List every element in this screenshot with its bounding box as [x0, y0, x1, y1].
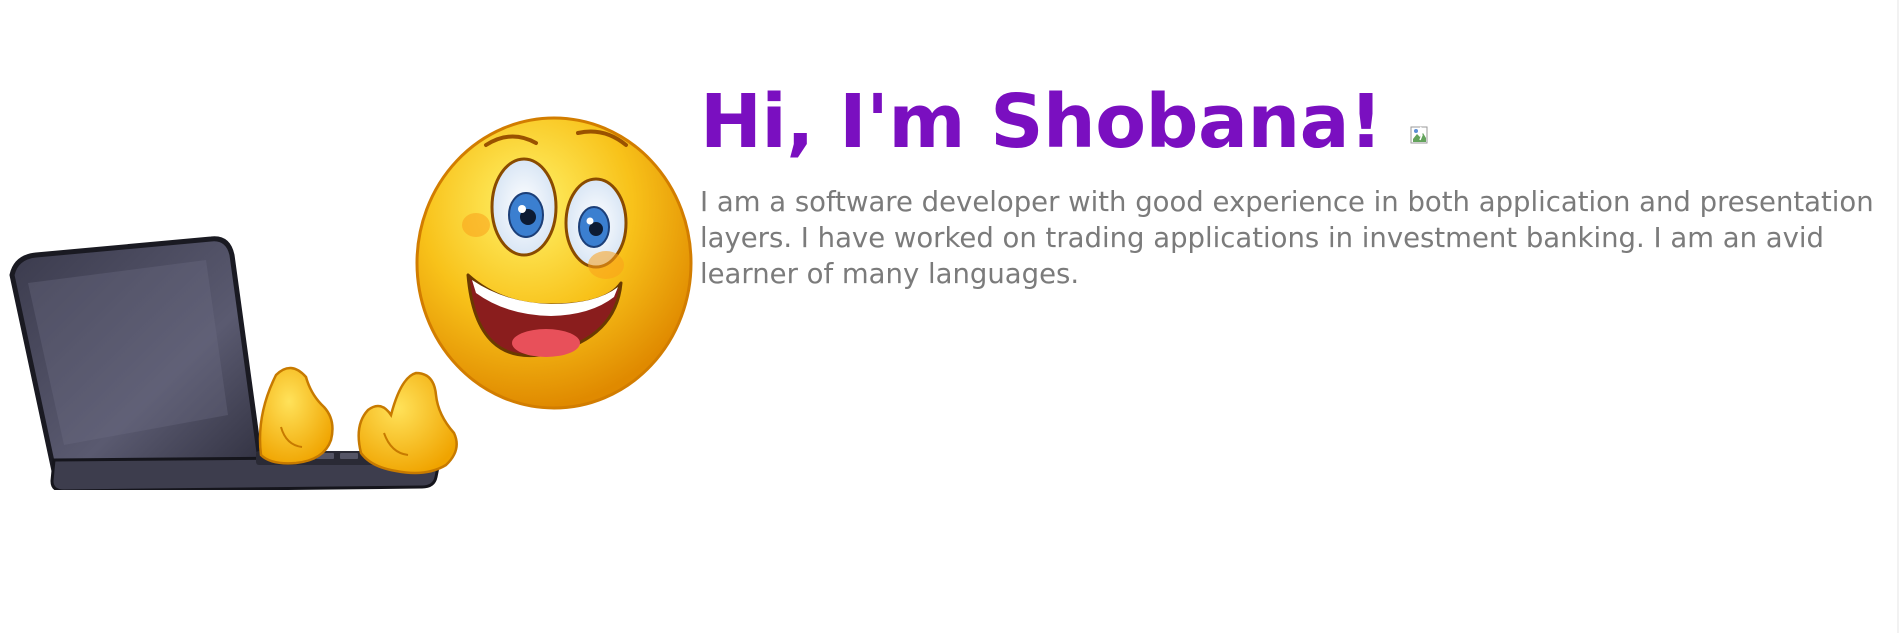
smiley-with-laptop-icon — [9, 116, 693, 490]
page-title: Hi, I'm Shobana! — [700, 79, 1383, 165]
broken-image-icon — [1410, 126, 1428, 144]
profile-page: Hi, I'm Shobana! I am a software develop… — [0, 0, 1899, 633]
intro-section: Hi, I'm Shobana! I am a software develop… — [700, 72, 1880, 292]
bio-text: I am a software developer with good expe… — [700, 186, 1874, 290]
title-row: Hi, I'm Shobana! — [700, 72, 1880, 172]
smiley-face-icon — [415, 116, 693, 410]
